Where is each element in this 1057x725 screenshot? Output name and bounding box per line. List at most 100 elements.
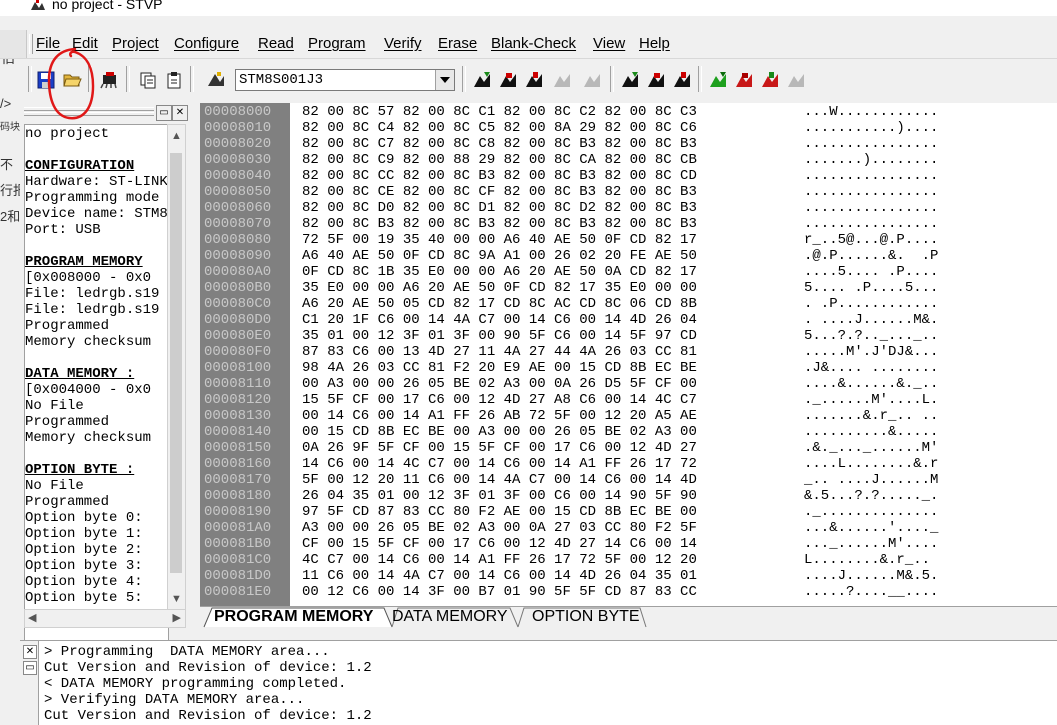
read-tab-icon[interactable]: [498, 70, 518, 90]
scroll-left-icon[interactable]: ◀: [28, 611, 36, 624]
panel-close-button[interactable]: ✕: [172, 105, 188, 121]
hex-bytes[interactable]: 5F 00 12 20 11 C6 00 14 4A C7 00 14 C6 0…: [302, 472, 697, 488]
hex-bytes[interactable]: 15 5F CF 00 17 C6 00 12 4D 27 A8 C6 00 1…: [302, 392, 697, 408]
hex-row: 000080C0 A6 20 AE 50 05 CD 82 17 CD 8C AC…: [200, 296, 1057, 312]
menu-help[interactable]: Help: [639, 35, 670, 52]
hex-bytes[interactable]: 97 5F CD 87 83 CC 80 F2 AE 00 15 CD 8B E…: [302, 504, 697, 520]
menu-verify[interactable]: Verify: [384, 35, 422, 52]
hex-bytes[interactable]: 82 00 8C CE 82 00 8C CF 82 00 8C B3 82 0…: [302, 184, 697, 200]
hex-bytes[interactable]: 26 04 35 01 00 12 3F 01 3F 00 C6 00 14 9…: [302, 488, 697, 504]
menu-program[interactable]: Program: [308, 35, 366, 52]
hex-bytes[interactable]: 14 C6 00 14 4C C7 00 14 C6 00 14 A1 FF 2…: [302, 456, 697, 472]
program-all-icon[interactable]: [620, 70, 640, 90]
info-line: File: ledrgb.s19: [25, 302, 160, 318]
read-disabled-icon: [554, 74, 570, 87]
read-current-icon[interactable]: [524, 70, 544, 90]
vertical-scrollbar[interactable]: ▲ ▼: [167, 124, 186, 611]
menu-project[interactable]: Project: [112, 35, 159, 52]
log-restore-button[interactable]: ▭: [23, 661, 37, 675]
hex-row: 00008090 A6 40 AE 50 0F CD 8C 9A A1 00 26…: [200, 248, 1057, 264]
hex-row: 000081A0 A3 00 00 26 05 BE 02 A3 00 0A 27…: [200, 520, 1057, 536]
hex-bytes[interactable]: 11 C6 00 14 4A C7 00 14 C6 00 14 4D 26 0…: [302, 568, 697, 584]
hex-row: 00008060 82 00 8C D0 82 00 8C D1 82 00 8C…: [200, 200, 1057, 216]
hex-bytes[interactable]: CF 00 15 5F CF 00 17 C6 00 12 4D 27 14 C…: [302, 536, 697, 552]
hex-bytes[interactable]: 82 00 8C 57 82 00 8C C1 82 00 8C C2 82 0…: [302, 104, 697, 120]
program-tab-icon[interactable]: [646, 70, 666, 90]
hex-bytes[interactable]: 00 15 CD 8B EC BE 00 A3 00 00 26 05 BE 0…: [302, 424, 697, 440]
hex-row: 00008190 97 5F CD 87 83 CC 80 F2 AE 00 15…: [200, 504, 1057, 520]
panel-restore-button[interactable]: ▭: [156, 105, 172, 121]
red-circle-annotation: [47, 47, 95, 120]
hex-bytes[interactable]: 4C C7 00 14 C6 00 14 A1 FF 26 17 72 5F 0…: [302, 552, 697, 568]
hex-row: 000081C0 4C C7 00 14 C6 00 14 A1 FF 26 17…: [200, 552, 1057, 568]
read-disabled-icon: [584, 74, 600, 87]
hex-ascii: ...W............: [804, 104, 939, 120]
hex-bytes[interactable]: 0A 26 9F 5F CF 00 15 5F CF 00 17 C6 00 1…: [302, 440, 697, 456]
tab-program-memory[interactable]: PROGRAM MEMORY: [214, 607, 373, 627]
hex-bytes[interactable]: A6 40 AE 50 0F CD 8C 9A A1 00 26 02 20 F…: [302, 248, 697, 264]
hex-ascii: ....&......&._..: [804, 376, 939, 392]
hex-ascii: ....5.... .P....: [804, 264, 939, 280]
hex-ascii: ...........)....: [804, 120, 939, 136]
hex-bytes[interactable]: 82 00 8C C9 82 00 88 29 82 00 8C CA 82 0…: [302, 152, 697, 168]
hex-address: 00008060: [204, 200, 272, 216]
menu-view[interactable]: View: [593, 35, 625, 52]
hex-bytes[interactable]: 00 14 C6 00 14 A1 FF 26 AB 72 5F 00 12 2…: [302, 408, 697, 424]
log-line: < DATA MEMORY programming completed.: [44, 676, 347, 692]
menu-configure[interactable]: Configure: [174, 35, 239, 52]
menu-bar: File Edit Project Configure Read Program…: [0, 30, 1057, 59]
hex-ascii: .......&.r_.. ..: [804, 408, 939, 424]
verify-all-icon[interactable]: [708, 70, 728, 90]
hex-row: 000081B0 CF 00 15 5F CF 00 17 C6 00 12 4D…: [200, 536, 1057, 552]
scroll-down-icon[interactable]: ▼: [171, 593, 182, 605]
scroll-right-icon[interactable]: ▶: [173, 611, 181, 624]
hex-row: 000080A0 0F CD 8C 1B 35 E0 00 00 A6 20 AE…: [200, 264, 1057, 280]
info-section-heading: PROGRAM MEMORY: [25, 254, 143, 270]
verify-tab-icon[interactable]: [734, 70, 754, 90]
hex-bytes[interactable]: 82 00 8C B3 82 00 8C B3 82 00 8C B3 82 0…: [302, 216, 697, 232]
menu-blank-check[interactable]: Blank-Check: [491, 35, 576, 52]
hex-address: 00008050: [204, 184, 272, 200]
hex-row: 00008070 82 00 8C B3 82 00 8C B3 82 00 8C…: [200, 216, 1057, 232]
tab-option-byte[interactable]: OPTION BYTE: [532, 607, 640, 627]
hex-memory-view[interactable]: 00008000 82 00 8C 57 82 00 8C C1 82 00 8C…: [200, 103, 1057, 606]
hex-bytes[interactable]: 35 E0 00 00 A6 20 AE 50 0F CD 82 17 35 E…: [302, 280, 697, 296]
program-current-icon[interactable]: [672, 70, 692, 90]
hex-bytes[interactable]: 0F CD 8C 1B 35 E0 00 00 A6 20 AE 50 0A C…: [302, 264, 697, 280]
hex-bytes[interactable]: A6 20 AE 50 05 CD 82 17 CD 8C AC CD 8C 0…: [302, 296, 697, 312]
tab-data-memory[interactable]: DATA MEMORY: [392, 607, 508, 627]
verify-current-icon[interactable]: [760, 70, 780, 90]
hex-bytes[interactable]: 82 00 8C C4 82 00 8C C5 82 00 8A 29 82 0…: [302, 120, 697, 136]
project-info-panel: ▭ ✕ no project CONFIGURATION Hardware: ST-…: [20, 100, 190, 712]
hex-bytes[interactable]: 35 01 00 12 3F 01 3F 00 90 5F C6 00 14 5…: [302, 328, 697, 344]
hex-bytes[interactable]: 00 12 C6 00 14 3F 00 B7 01 90 5F 5F CD 8…: [302, 584, 697, 600]
fragment-text: 不: [0, 157, 14, 172]
toolbar-separator: [126, 66, 130, 92]
scroll-thumb[interactable]: [170, 153, 182, 573]
hex-bytes[interactable]: 82 00 8C C7 82 00 8C C8 82 00 8C B3 82 0…: [302, 136, 697, 152]
hex-bytes[interactable]: A3 00 00 26 05 BE 02 A3 00 0A 27 03 CC 8…: [302, 520, 697, 536]
hex-bytes[interactable]: 82 00 8C D0 82 00 8C D1 82 00 8C D2 82 0…: [302, 200, 697, 216]
hex-row: 00008170 5F 00 12 20 11 C6 00 14 4A C7 00…: [200, 472, 1057, 488]
dropdown-button[interactable]: [435, 70, 454, 90]
horizontal-scrollbar[interactable]: ◀ ▶: [24, 609, 186, 628]
hex-bytes[interactable]: 00 A3 00 00 26 05 BE 02 A3 00 0A 26 D5 5…: [302, 376, 697, 392]
menu-read[interactable]: Read: [258, 35, 294, 52]
read-all-icon[interactable]: [472, 70, 492, 90]
log-close-button[interactable]: ✕: [23, 645, 37, 659]
hex-bytes[interactable]: 98 4A 26 03 CC 81 F2 20 E9 AE 00 15 CD 8…: [302, 360, 697, 376]
chip-icon[interactable]: [100, 70, 120, 90]
info-line: No File: [25, 478, 84, 494]
hex-bytes[interactable]: 87 83 C6 00 13 4D 27 11 4A 27 44 4A 26 0…: [302, 344, 697, 360]
scroll-up-icon[interactable]: ▲: [171, 130, 182, 142]
paste-icon[interactable]: [164, 70, 184, 90]
hex-bytes[interactable]: C1 20 1F C6 00 14 4A C7 00 14 C6 00 14 4…: [302, 312, 697, 328]
hex-bytes[interactable]: 72 5F 00 19 35 40 00 00 A6 40 AE 50 0F C…: [302, 232, 697, 248]
info-line: [0x008000 - 0x0: [25, 270, 152, 286]
hex-ascii: .&._..._......M': [804, 440, 939, 456]
menu-erase[interactable]: Erase: [438, 35, 477, 52]
app-icon: [31, 0, 45, 10]
copy-icon[interactable]: [138, 70, 158, 90]
device-select[interactable]: STM8S001J3: [235, 69, 455, 91]
hex-bytes[interactable]: 82 00 8C CC 82 00 8C B3 82 00 8C B3 82 0…: [302, 168, 697, 184]
